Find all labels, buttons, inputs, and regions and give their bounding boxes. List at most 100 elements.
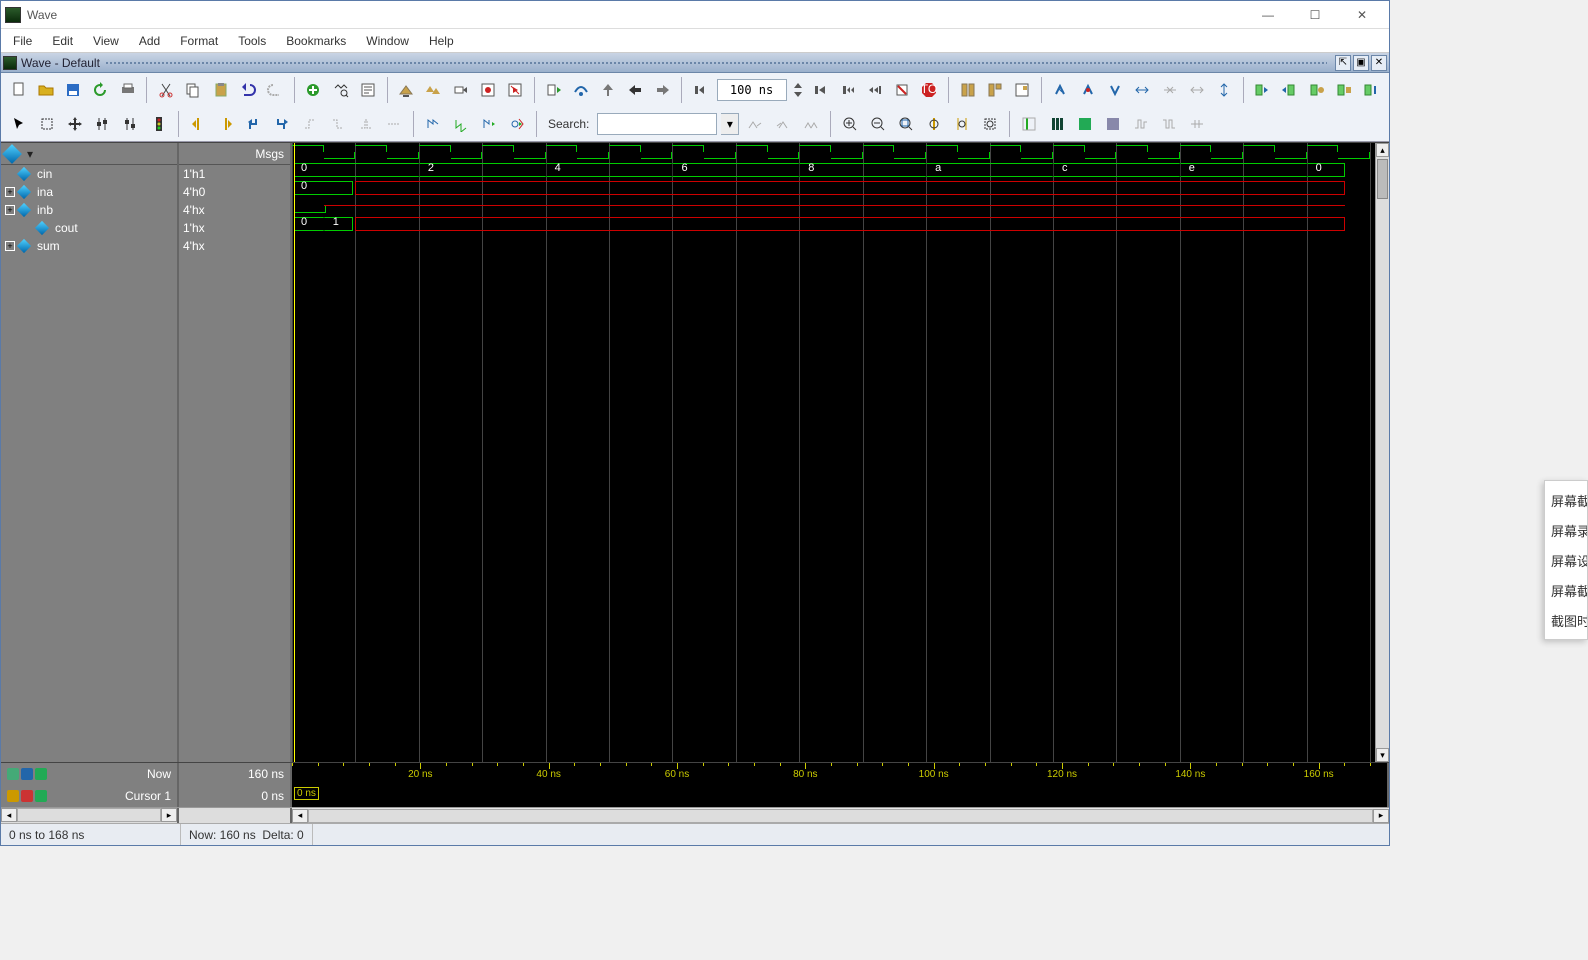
collapse-icon[interactable]	[1158, 78, 1181, 102]
view7-icon[interactable]	[1185, 112, 1209, 136]
layout2-icon[interactable]	[983, 78, 1006, 102]
add-wave-icon[interactable]	[302, 78, 325, 102]
time-ruler[interactable]: 20 ns40 ns60 ns80 ns100 ns120 ns140 ns16…	[292, 763, 1389, 785]
edge2-icon[interactable]	[326, 112, 350, 136]
cm-item-3[interactable]: 屏幕截	[1545, 575, 1587, 605]
forward-arrow-icon[interactable]	[651, 78, 674, 102]
close-button[interactable]: ✕	[1339, 2, 1385, 28]
view5-icon[interactable]	[1129, 112, 1153, 136]
now-ico1[interactable]	[7, 768, 19, 780]
step-over-icon[interactable]	[569, 78, 592, 102]
wave-hscroll[interactable]: ◂▸	[292, 808, 1389, 823]
undo-icon[interactable]	[236, 78, 259, 102]
menu-format[interactable]: Format	[170, 31, 228, 51]
menu-add[interactable]: Add	[129, 31, 170, 51]
zoom-mode2-icon[interactable]	[1076, 78, 1099, 102]
now-ico3[interactable]	[35, 768, 47, 780]
menu-tools[interactable]: Tools	[228, 31, 276, 51]
edge1-icon[interactable]	[298, 112, 322, 136]
menu-help[interactable]: Help	[419, 31, 464, 51]
wave-tab-label[interactable]: Wave - Default	[21, 56, 100, 70]
expand-icon[interactable]: +	[5, 241, 15, 251]
search-all-icon[interactable]	[799, 112, 823, 136]
name-pane-header[interactable]: ▾	[1, 143, 177, 165]
cursor-position-box[interactable]: 0 ns	[294, 787, 319, 800]
search-dropdown-icon[interactable]: ▾	[721, 113, 739, 135]
zoomin-icon[interactable]	[838, 112, 862, 136]
cursor-plus-icon[interactable]	[35, 790, 47, 802]
cm-item-1[interactable]: 屏幕录	[1545, 515, 1587, 545]
zoom-between-icon[interactable]	[950, 112, 974, 136]
expand-icon[interactable]: +	[5, 187, 15, 197]
cm-item-4[interactable]: 截图时	[1545, 605, 1587, 635]
cm-item-2[interactable]: 屏幕设	[1545, 545, 1587, 575]
find-icon[interactable]	[329, 78, 352, 102]
view3-icon[interactable]	[1073, 112, 1097, 136]
dataflow2-icon[interactable]	[1278, 78, 1301, 102]
waveform-area[interactable]: 02468ace0001	[292, 143, 1375, 762]
compile-all-icon[interactable]	[422, 78, 445, 102]
maximize-button[interactable]: ☐	[1292, 2, 1338, 28]
edge-prev-icon[interactable]	[242, 112, 266, 136]
save-icon[interactable]	[62, 78, 85, 102]
vertical-scrollbar[interactable]: ▴ ▾	[1375, 143, 1389, 762]
adjust2-icon[interactable]	[119, 112, 143, 136]
adjust1-icon[interactable]	[91, 112, 115, 136]
layout3-icon[interactable]	[1011, 78, 1034, 102]
edge3-icon[interactable]	[354, 112, 378, 136]
cursor-next-icon[interactable]	[214, 112, 238, 136]
step-icon[interactable]	[542, 78, 565, 102]
print-icon[interactable]	[116, 78, 139, 102]
menu-file[interactable]: File	[3, 31, 42, 51]
view4-icon[interactable]	[1101, 112, 1125, 136]
tab-close-icon[interactable]: ✕	[1371, 55, 1387, 71]
cursor-lock-icon[interactable]	[7, 790, 19, 802]
break-sim-icon[interactable]	[890, 78, 913, 102]
select-rect-icon[interactable]	[35, 112, 59, 136]
stop-icon[interactable]: STOP	[918, 78, 941, 102]
scroll-thumb[interactable]	[1377, 159, 1388, 199]
menu-edit[interactable]: Edit	[42, 31, 83, 51]
signal-row-cout[interactable]: cout	[1, 219, 177, 237]
view2-icon[interactable]	[1045, 112, 1069, 136]
properties-icon[interactable]	[356, 78, 379, 102]
pointer-icon[interactable]	[7, 112, 31, 136]
run-length-input[interactable]	[717, 79, 787, 101]
compile-icon[interactable]	[395, 78, 418, 102]
transition2-icon[interactable]	[449, 112, 473, 136]
name-hscroll[interactable]: ◂▸	[1, 808, 179, 823]
zoom-mode3-icon[interactable]	[1103, 78, 1126, 102]
tab-restore-icon[interactable]: ⇱	[1335, 55, 1351, 71]
zoomout-icon[interactable]	[866, 112, 890, 136]
waveform-pane[interactable]: 02468ace0001 ▴ ▾	[292, 143, 1389, 762]
search-next-icon[interactable]	[771, 112, 795, 136]
zoomfull-icon[interactable]	[894, 112, 918, 136]
zoom-other-icon[interactable]	[978, 112, 1002, 136]
expand2-icon[interactable]	[1185, 78, 1208, 102]
now-ico2[interactable]	[21, 768, 33, 780]
dataflow1-icon[interactable]	[1251, 78, 1274, 102]
paste-icon[interactable]	[209, 78, 232, 102]
expand-icon[interactable]	[1131, 78, 1154, 102]
zoom-cursor-icon[interactable]	[922, 112, 946, 136]
open-file-icon[interactable]	[34, 78, 57, 102]
simulate-icon[interactable]	[449, 78, 472, 102]
transition1-icon[interactable]	[421, 112, 445, 136]
continue-run-icon[interactable]	[836, 78, 859, 102]
collapse2-icon[interactable]	[1212, 78, 1235, 102]
context-menu[interactable]: 屏幕截 屏幕录 屏幕设 屏幕截 截图时	[1544, 480, 1588, 640]
expand-icon[interactable]: +	[5, 205, 15, 215]
restart-sim-icon[interactable]	[504, 78, 527, 102]
copy-icon[interactable]	[182, 78, 205, 102]
edge-next-icon[interactable]	[270, 112, 294, 136]
cm-item-0[interactable]: 屏幕截	[1545, 485, 1587, 515]
move-icon[interactable]	[63, 112, 87, 136]
run-icon[interactable]	[809, 78, 832, 102]
tab-maximize-icon[interactable]: ▣	[1353, 55, 1369, 71]
menu-bookmarks[interactable]: Bookmarks	[276, 31, 356, 51]
run-length-spinner[interactable]	[791, 78, 805, 102]
transition4-icon[interactable]	[505, 112, 529, 136]
menu-view[interactable]: View	[83, 31, 129, 51]
view6-icon[interactable]	[1157, 112, 1181, 136]
cursor-prev-icon[interactable]	[186, 112, 210, 136]
